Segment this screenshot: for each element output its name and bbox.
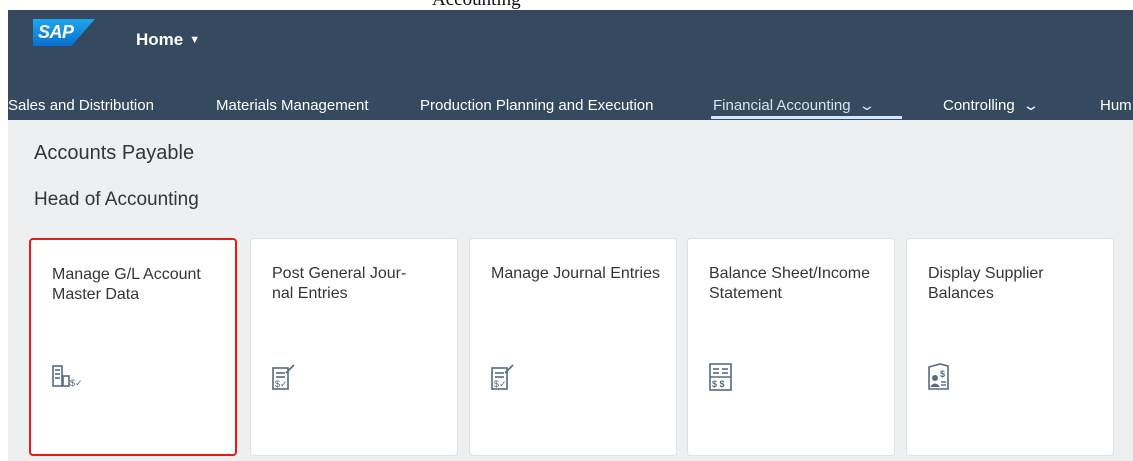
tab-label: Production Planning and Execution — [420, 97, 654, 114]
svg-text:$✓: $✓ — [494, 379, 507, 389]
cut-off-caption-text: Accounting — [432, 0, 521, 10]
tile-title: Display Supplier Balances — [928, 265, 1044, 302]
tile-post-general-journal-entries[interactable]: Post General Jour- nal Entries $✓ — [250, 238, 458, 456]
tab-label: Materials Management — [216, 97, 369, 114]
tile-manage-gl-account-master-data[interactable]: Manage G/L Account Master Data $✓ — [29, 238, 237, 456]
tile-display-supplier-balances[interactable]: Display Supplier Balances $ — [906, 238, 1114, 456]
tab-sales-and-distribution[interactable]: Sales and Distribution — [8, 97, 154, 114]
chevron-down-icon: ⌄ — [857, 97, 876, 113]
home-menu-button[interactable]: Home ▼ — [136, 30, 200, 50]
svg-text:$: $ — [940, 369, 945, 379]
sap-logo-text: SAP — [38, 22, 74, 42]
tab-financial-accounting[interactable]: Financial Accounting ⌄ — [713, 97, 875, 114]
tile-title: Manage G/L Account Master Data — [52, 266, 201, 303]
chevron-down-icon: ⌄ — [1021, 97, 1040, 113]
tile-title: Post General Jour- nal Entries — [272, 265, 407, 302]
svg-text:$✓: $✓ — [70, 378, 83, 388]
shell-bar: SAP Home ▼ Sales and Distribution Materia… — [8, 10, 1133, 120]
caret-down-icon: ▼ — [189, 34, 201, 46]
journal-entry-post-icon: $✓ — [272, 364, 295, 390]
tab-bar: Sales and Distribution Materials Managem… — [8, 84, 1133, 120]
tile-title: Manage Journal Entries — [491, 265, 660, 282]
tab-human-resources-cut-off[interactable]: Hum — [1100, 97, 1132, 114]
group-title: Head of Accounting — [34, 189, 199, 210]
tab-label: Hum — [1100, 97, 1132, 114]
tile-manage-journal-entries[interactable]: Manage Journal Entries $✓ — [469, 238, 677, 456]
gl-account-master-data-icon: $✓ — [52, 365, 83, 388]
tab-materials-management[interactable]: Materials Management — [216, 97, 369, 114]
tab-label: Sales and Distribution — [8, 97, 154, 114]
home-label: Home — [136, 30, 184, 49]
supplier-balance-icon: $ — [928, 363, 949, 390]
balance-sheet-icon: $ $ — [709, 363, 732, 391]
svg-text:$ $: $ $ — [712, 379, 725, 389]
tab-controlling[interactable]: Controlling ⌄ — [943, 97, 1039, 114]
journal-entry-manage-icon: $✓ — [491, 364, 514, 390]
launchpad-content: Accounts Payable Head of Accounting Mana… — [8, 120, 1133, 461]
svg-text:$✓: $✓ — [275, 379, 288, 389]
tab-label: Controlling — [943, 97, 1015, 114]
tab-label: Financial Accounting — [713, 97, 851, 114]
section-title: Accounts Payable — [34, 142, 195, 164]
tile-balance-sheet-income-statement[interactable]: Balance Sheet/Income Statement $ $ — [687, 238, 895, 456]
tab-production-planning-and-execution[interactable]: Production Planning and Execution — [420, 97, 654, 114]
sap-logo[interactable]: SAP — [33, 19, 95, 46]
tile-title: Balance Sheet/Income Statement — [709, 265, 870, 302]
cut-off-caption: Accounting — [0, 0, 1133, 10]
active-tab-indicator — [711, 116, 902, 119]
